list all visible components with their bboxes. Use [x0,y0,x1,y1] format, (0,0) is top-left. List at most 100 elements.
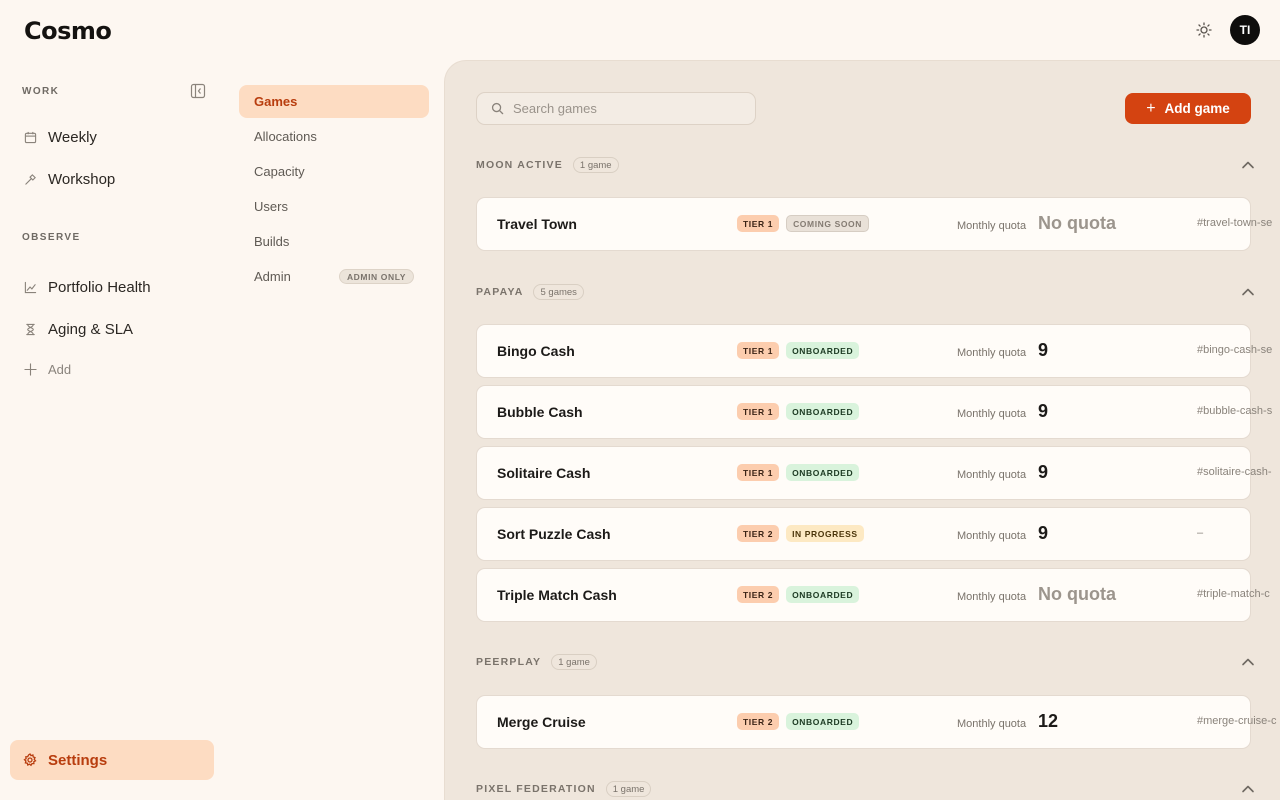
status-badge: IN PROGRESS [786,525,864,542]
search-input[interactable] [513,101,733,116]
game-row-bubble-cash[interactable]: Bubble Cash TIER 1 ONBOARDED Monthly quo… [476,385,1272,439]
hourglass-icon [23,322,37,336]
tier-badge: TIER 1 [737,464,780,481]
slack-channel: – [1197,527,1204,539]
quota-value: 12 [1038,711,1059,731]
sidebar-item-label: Aging & SLA [48,320,134,338]
sidebar-item-weekly[interactable]: Weekly [10,119,214,155]
group-name: MOON ACTIVE [476,159,563,171]
game-row-sort-puzzle-cash[interactable]: Sort Puzzle Cash TIER 2 IN PROGRESS Mont… [476,507,1251,561]
subnav-item-capacity[interactable]: Capacity [239,155,429,188]
game-row-travel-town[interactable]: Travel Town TIER 1 COMING SOON Monthly q… [476,197,1272,251]
quota-value: No quota [1038,584,1116,604]
game-name: Merge Cruise [497,714,586,730]
settings-subnav: Games Allocations Capacity Users Builds … [225,60,444,800]
calendar-icon [23,130,37,144]
chevron-up-icon[interactable] [1240,284,1256,300]
admin-only-badge: ADMIN ONLY [338,269,414,284]
group-header-papaya[interactable]: PAPAYA 5 games [476,282,1256,302]
chevron-up-icon[interactable] [1240,157,1256,173]
chevron-up-icon[interactable] [1240,781,1256,797]
sidebar-item-aging-sla[interactable]: Aging & SLA [10,311,214,347]
subnav-item-builds[interactable]: Builds [239,225,429,258]
sidebar-item-label: Settings [48,751,108,769]
plus-icon: + [1146,99,1156,117]
app-logo[interactable]: Cosmo [24,17,112,45]
sidebar-item-label: Workshop [48,170,116,188]
slack-channel: #bingo-cash-se [1197,344,1273,356]
group-count-badge: 1 game [572,157,619,173]
quota-label: Monthly quota [957,591,1027,603]
quota-value: No quota [1038,213,1116,233]
subnav-item-label: Admin [254,269,291,284]
add-game-label: Add game [1164,101,1230,116]
game-name: Solitaire Cash [497,465,591,481]
theme-toggle-button[interactable] [1194,20,1214,40]
sidebar-item-workshop[interactable]: Workshop [10,161,214,197]
group-name: PEERPLAY [476,656,542,668]
game-row-merge-cruise[interactable]: Merge Cruise TIER 2 ONBOARDED Monthly qu… [476,695,1276,749]
game-name: Bubble Cash [497,404,583,420]
status-badge: ONBOARDED [786,342,860,359]
collapse-sidebar-button[interactable] [190,83,206,99]
status-badge: ONBOARDED [786,586,860,603]
group-header-moon-active[interactable]: MOON ACTIVE 1 game [476,155,1256,175]
subnav-item-users[interactable]: Users [239,190,429,223]
slack-channel: #merge-cruise-c [1197,715,1277,727]
group-count-badge: 1 game [551,654,597,670]
sidebar-collapse-icon [190,83,206,99]
tier-badge: TIER 2 [737,525,780,542]
game-row-bingo-cash[interactable]: Bingo Cash TIER 1 ONBOARDED Monthly quot… [476,324,1272,378]
status-badge: ONBOARDED [786,403,860,420]
game-row-solitaire-cash[interactable]: Solitaire Cash TIER 1 ONBOARDED Monthly … [476,446,1272,500]
section-label-observe: OBSERVE [22,232,81,243]
group-name: PAPAYA [476,286,524,298]
user-avatar[interactable]: TI [1230,15,1260,45]
quota-value: 9 [1038,340,1049,360]
group-count-badge: 1 game [605,781,652,797]
game-name: Bingo Cash [497,343,575,359]
sidebar-add-label: Add [48,361,72,377]
quota-label: Monthly quota [957,220,1027,232]
game-row-triple-match-cash[interactable]: Triple Match Cash TIER 2 ONBOARDED Month… [476,568,1270,622]
tier-badge: TIER 1 [737,342,780,359]
tier-badge: TIER 2 [737,713,780,730]
quota-label: Monthly quota [957,718,1027,730]
hammer-icon [23,172,37,186]
sidebar-item-label: Portfolio Health [48,278,151,296]
slack-channel: #travel-town-se [1197,217,1273,229]
quota-label: Monthly quota [957,347,1027,359]
quota-label: Monthly quota [957,408,1027,420]
sidebar-item-label: Weekly [48,128,97,146]
game-name: Sort Puzzle Cash [497,526,611,542]
tier-badge: TIER 1 [737,215,780,232]
subnav-item-admin[interactable]: Admin ADMIN ONLY [239,260,429,293]
chevron-up-icon[interactable] [1240,654,1256,670]
group-header-pixel-federation[interactable]: PIXEL FEDERATION 1 game [476,779,1256,799]
sidebar-item-settings[interactable]: Settings [10,740,214,780]
sidebar: WORK Weekly Workshop OBSERVE Portfolio H… [0,60,225,800]
top-bar: Cosmo TI [0,0,1280,60]
status-badge: ONBOARDED [786,464,860,481]
quota-value: 9 [1038,401,1049,421]
slack-channel: #solitaire-cash- [1197,466,1272,478]
sidebar-item-portfolio-health[interactable]: Portfolio Health [10,269,214,305]
line-chart-icon [23,280,37,294]
gear-icon [23,753,37,767]
subnav-item-games[interactable]: Games [239,85,429,118]
add-game-button[interactable]: + Add game [1125,93,1251,124]
search-box[interactable] [476,92,756,125]
slack-channel: #triple-match-c [1197,588,1270,600]
section-label-work: WORK [22,86,60,97]
group-count-badge: 5 games [533,284,584,300]
plus-icon [23,362,37,376]
sidebar-add-button[interactable]: Add [10,351,214,387]
quota-value: 9 [1038,462,1049,482]
status-badge: COMING SOON [786,215,869,232]
game-name: Triple Match Cash [497,587,617,603]
subnav-item-allocations[interactable]: Allocations [239,120,429,153]
tier-badge: TIER 1 [737,403,780,420]
game-name: Travel Town [497,216,577,232]
games-panel: + Add game MOON ACTIVE 1 game Travel Tow… [444,60,1280,800]
group-header-peerplay[interactable]: PEERPLAY 1 game [476,652,1256,672]
